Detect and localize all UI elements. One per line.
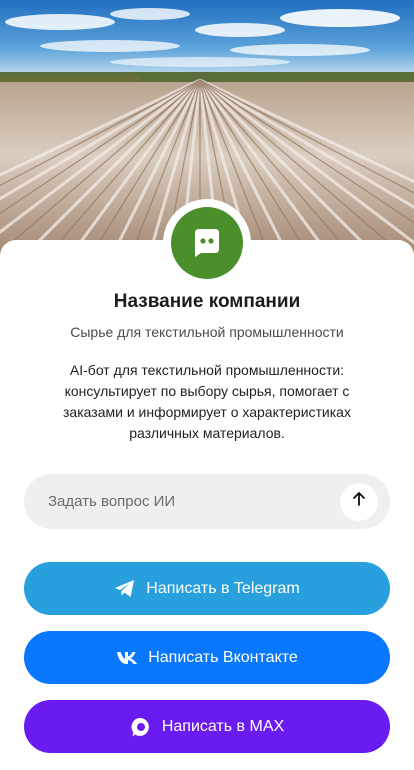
telegram-button[interactable]: Написать в Telegram bbox=[24, 562, 390, 615]
landing-page: Название компании Сырье для текстильной … bbox=[0, 0, 414, 770]
max-button-label: Написать в MAX bbox=[161, 717, 285, 735]
ask-ai-bar bbox=[24, 474, 390, 529]
vk-button-label: Написать Вконтакте bbox=[148, 648, 298, 666]
ask-ai-input[interactable] bbox=[24, 474, 340, 529]
arrow-up-icon bbox=[351, 491, 367, 512]
send-button[interactable] bbox=[340, 482, 378, 521]
vk-icon bbox=[116, 651, 138, 665]
vk-button[interactable]: Написать Вконтакте bbox=[24, 631, 390, 684]
telegram-icon bbox=[114, 579, 136, 599]
chat-bot-icon bbox=[171, 207, 243, 279]
company-description: AI-бот для текстильной промышленности: к… bbox=[63, 362, 351, 441]
max-button[interactable]: Написать в MAX bbox=[24, 700, 390, 753]
max-icon bbox=[130, 716, 152, 738]
avatar bbox=[163, 199, 251, 287]
telegram-button-label: Написать в Telegram bbox=[146, 579, 300, 597]
company-tagline: Сырье для текстильной промышленности bbox=[70, 324, 344, 340]
company-name: Название компании bbox=[113, 291, 301, 312]
